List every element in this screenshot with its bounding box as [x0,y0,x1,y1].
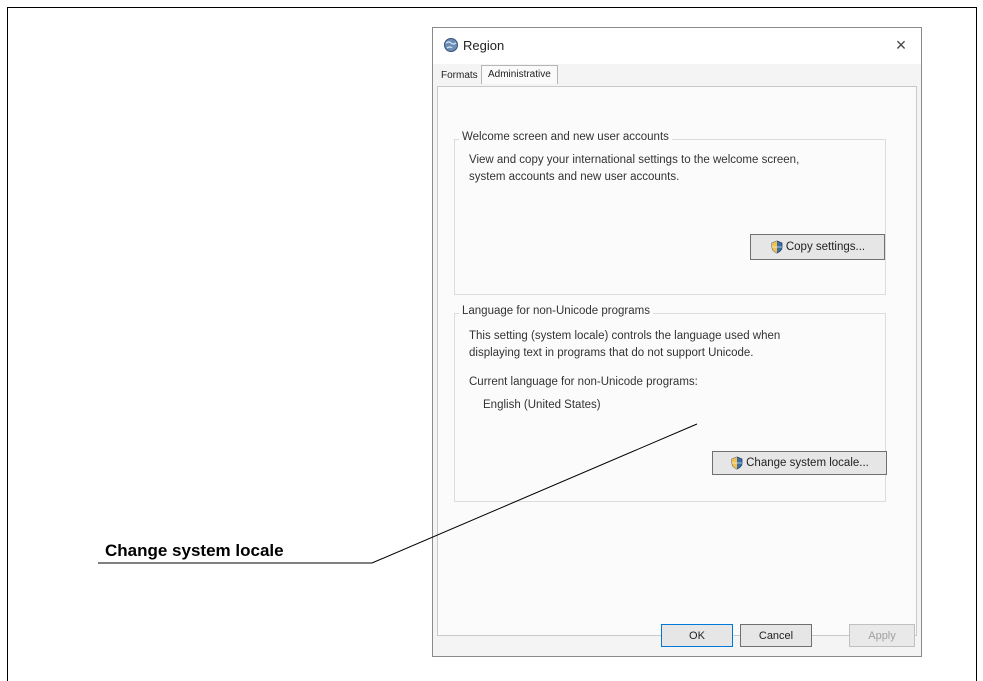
callout-leader-line [98,423,698,564]
callout-label: Change system locale [105,541,284,560]
